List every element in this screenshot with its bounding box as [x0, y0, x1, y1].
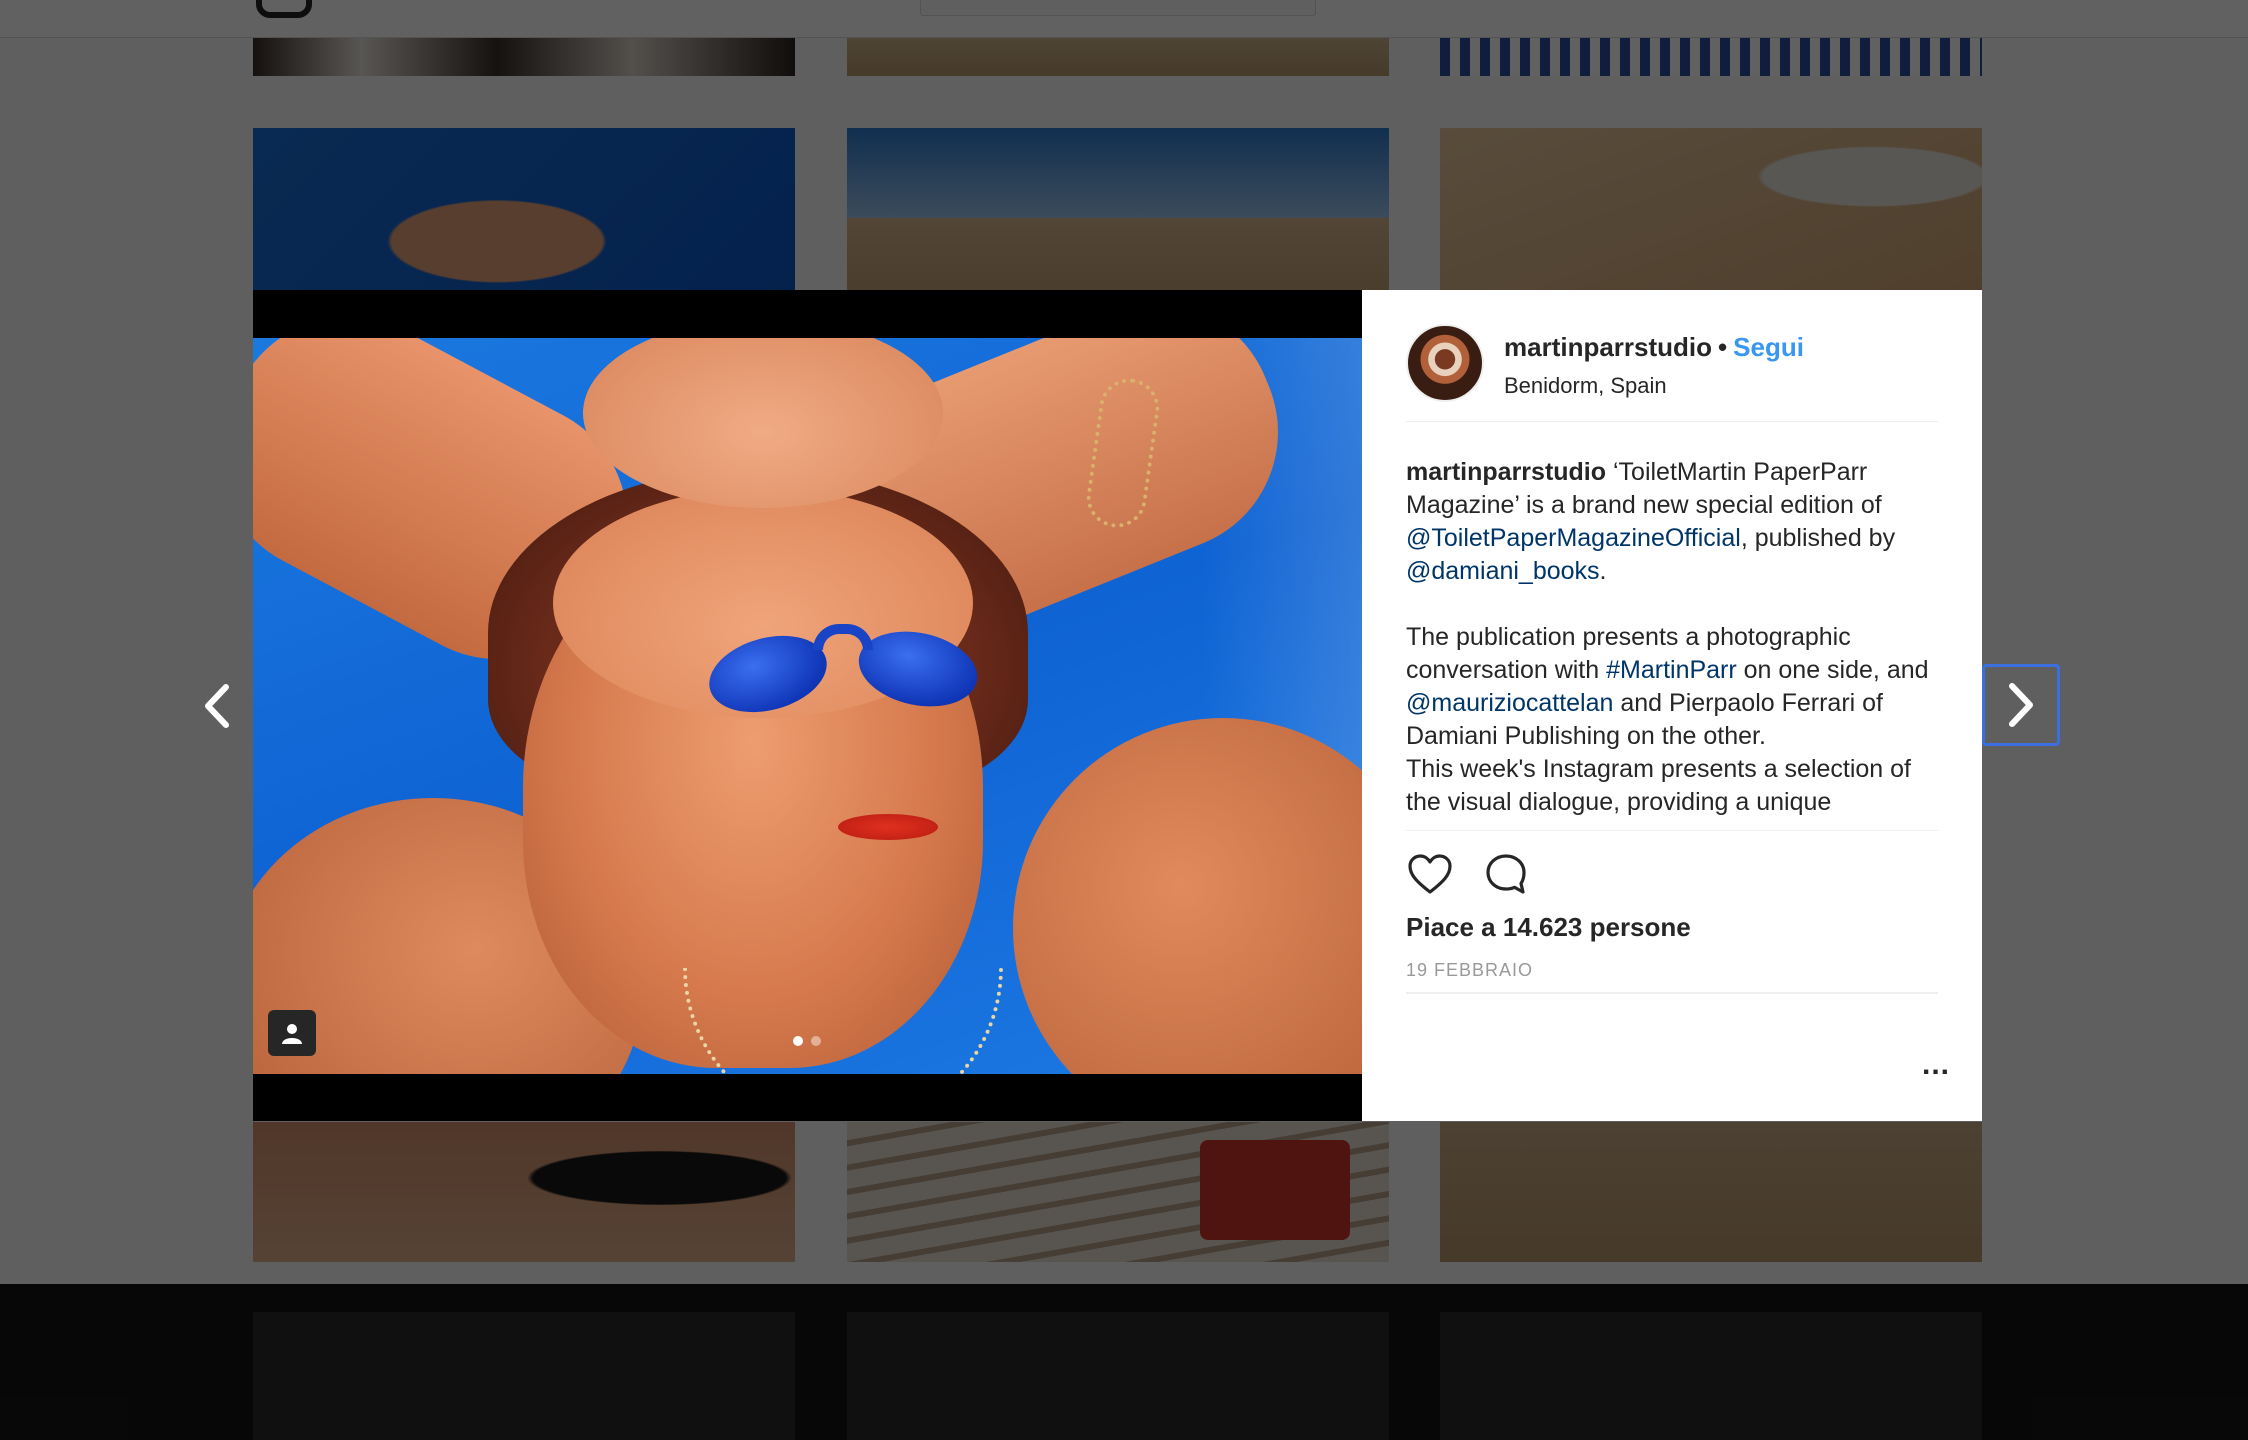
mention-link[interactable]: @ToiletPaperMagazineOfficial [1406, 524, 1741, 552]
post-photo[interactable] [253, 338, 1362, 1074]
mention-link[interactable]: @mauriziocattelan [1406, 689, 1613, 717]
follow-button[interactable]: Segui [1733, 332, 1804, 362]
post-date[interactable]: 19 febbraio [1406, 960, 1533, 981]
comment-input-divider [1406, 992, 1938, 994]
post-sidebar: martinparrstudio • Segui Benidorm, Spain m… [1362, 290, 1982, 1121]
caption-username-link[interactable]: martinparrstudio [1406, 458, 1606, 486]
post-actions [1406, 850, 1530, 898]
hashtag-link[interactable]: #MartinParr [1606, 656, 1737, 684]
post-modal: martinparrstudio • Segui Benidorm, Spain m… [253, 290, 1982, 1121]
avatar[interactable] [1406, 324, 1484, 402]
user-tag-button[interactable] [268, 1010, 316, 1056]
carousel-dot[interactable] [793, 1036, 803, 1046]
caption-text: on one side, and [1736, 656, 1929, 684]
next-post-button[interactable] [1982, 664, 2060, 746]
post-header: martinparrstudio • Segui Benidorm, Spain [1406, 324, 1938, 422]
more-options-button[interactable]: ... [1922, 1048, 1950, 1082]
carousel-dot[interactable] [811, 1036, 821, 1046]
post-media [253, 290, 1362, 1121]
previous-post-button[interactable] [190, 666, 244, 746]
chevron-left-icon [205, 684, 229, 728]
caption-text: , published by [1740, 524, 1896, 552]
like-button[interactable] [1406, 850, 1454, 898]
carousel-indicator [793, 1036, 821, 1046]
caption-text: . [1599, 557, 1607, 585]
location-link[interactable]: Benidorm, Spain [1504, 373, 1804, 399]
comment-icon [1486, 854, 1526, 894]
mention-link[interactable]: @damiani_books [1406, 557, 1600, 585]
caption-text: This week's Instagram presents a selecti… [1406, 755, 1912, 816]
post-caption: martinparrstudio ‘ToiletMartin PaperParr… [1406, 456, 1946, 830]
likes-count[interactable]: Piace a 14.623 persone [1406, 912, 1691, 943]
heart-icon [1408, 854, 1452, 894]
username-link[interactable]: martinparrstudio [1504, 332, 1712, 362]
separator: • [1718, 332, 1728, 362]
divider [1406, 830, 1938, 831]
user-tag-icon [282, 1024, 302, 1044]
chevron-right-icon [2009, 683, 2033, 727]
comment-button[interactable] [1482, 850, 1530, 898]
